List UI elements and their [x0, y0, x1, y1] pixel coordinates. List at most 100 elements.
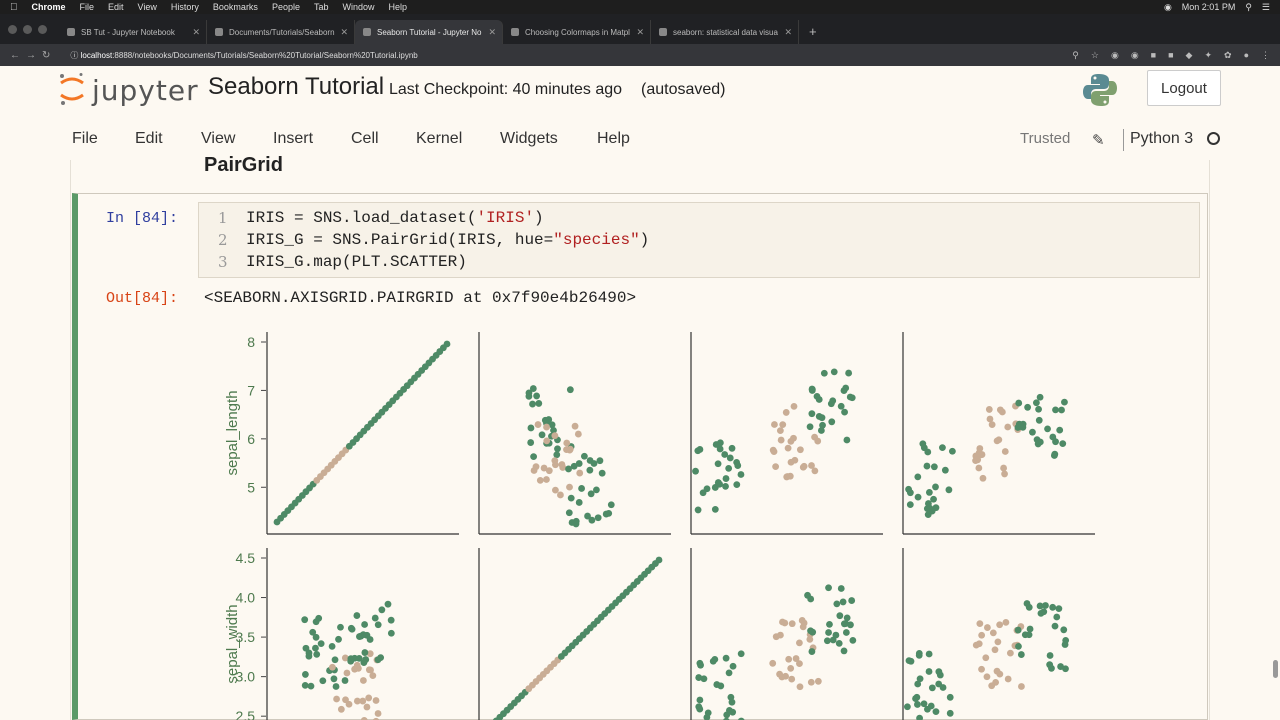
scatter-point — [808, 648, 816, 655]
bookmark-star-icon[interactable]: ☆ — [1091, 50, 1099, 61]
apple-icon[interactable]:  — [10, 2, 18, 13]
markdown-heading: PairGrid — [204, 154, 283, 176]
scatter-point — [769, 659, 777, 667]
extension-icon[interactable]: ◆ — [1186, 50, 1193, 61]
scatter-point — [1017, 651, 1025, 658]
profile-icon[interactable]: ● — [1244, 50, 1249, 61]
scatter-point — [926, 504, 934, 512]
zoom-icon[interactable]: ⚲ — [1072, 50, 1079, 61]
scatter-point — [996, 621, 1004, 629]
scatter-point — [827, 400, 835, 408]
browser-tab[interactable]: seaborn: statistical data visua ✕ — [651, 20, 799, 44]
reload-icon[interactable]: ↻ — [42, 50, 56, 61]
extension-icon[interactable]: ◉ — [1131, 50, 1139, 61]
extension-icon[interactable]: ■ — [1151, 50, 1156, 61]
os-menu-bookmarks[interactable]: Bookmarks — [213, 2, 258, 12]
scatter-point — [1060, 626, 1068, 634]
scatter-point — [575, 460, 583, 467]
extension-icon[interactable]: ◉ — [1111, 50, 1119, 61]
scatter-point — [828, 418, 836, 426]
scatter-point — [914, 493, 922, 501]
os-menu-history[interactable]: History — [171, 2, 199, 12]
notification-center-icon[interactable]: ☰ — [1262, 2, 1270, 13]
scatter-point — [536, 477, 544, 484]
back-icon[interactable]: ← — [10, 50, 26, 61]
forward-icon[interactable]: → — [26, 50, 42, 61]
os-menu-view[interactable]: View — [138, 2, 157, 12]
menu-file[interactable]: File — [72, 130, 98, 148]
scatter-point — [788, 620, 796, 628]
scatter-point — [1040, 608, 1048, 616]
os-menu-edit[interactable]: Edit — [108, 2, 124, 12]
scatter-point — [1025, 603, 1033, 611]
os-menu-file[interactable]: File — [80, 2, 95, 12]
notebook-title[interactable]: Seaborn Tutorial — [208, 73, 384, 101]
tab-title: Documents/Tutorials/Seaborn — [229, 27, 335, 37]
scatter-point — [342, 696, 349, 704]
menu-insert[interactable]: Insert — [273, 130, 313, 148]
puzzle-icon[interactable]: ✦ — [1204, 50, 1212, 61]
clock[interactable]: Mon 2:01 PM — [1182, 2, 1236, 12]
scatter-point — [776, 427, 784, 435]
scatter-point — [551, 432, 559, 440]
menu-help[interactable]: Help — [597, 130, 630, 148]
scatter-point — [832, 631, 840, 639]
os-menu-app[interactable]: Chrome — [32, 2, 66, 12]
scatter-point — [946, 709, 954, 717]
wifi-icon[interactable]: ◉ — [1164, 2, 1172, 13]
scatter-point — [988, 682, 996, 690]
menu-cell[interactable]: Cell — [351, 130, 379, 148]
menu-edit[interactable]: Edit — [135, 130, 163, 148]
menu-view[interactable]: View — [201, 130, 235, 148]
close-window-icon[interactable] — [8, 24, 17, 34]
os-menu-help[interactable]: Help — [389, 2, 408, 12]
browser-tab[interactable]: SB Tut - Jupyter Notebook ✕ — [59, 20, 207, 44]
scatter-point — [843, 436, 851, 444]
new-tab-icon[interactable]: + — [809, 24, 817, 39]
more-menu-icon[interactable]: ⋮ — [1261, 50, 1270, 61]
page-scrollbar[interactable] — [1273, 660, 1278, 678]
scatter-point — [989, 629, 997, 637]
scatter-point — [567, 494, 575, 502]
scatter-point — [729, 662, 737, 670]
browser-tab-active[interactable]: Seaborn Tutorial - Jupyter No ✕ — [355, 20, 503, 44]
leaf-icon[interactable]: ✿ — [1224, 50, 1232, 61]
logout-button[interactable]: Logout — [1147, 70, 1221, 106]
close-tab-icon[interactable]: ✕ — [488, 27, 496, 38]
scatter-point — [728, 444, 736, 452]
spotlight-icon[interactable]: ⚲ — [1245, 2, 1252, 13]
scatter-point — [814, 677, 822, 685]
trusted-indicator[interactable]: Trusted — [1020, 130, 1070, 147]
url-field[interactable]: ⓘ localhost:8888/notebooks/Documents/Tut… — [70, 50, 417, 61]
scatter-point — [837, 585, 845, 592]
scatter-point — [839, 598, 847, 606]
scatter-point — [790, 434, 797, 442]
minimize-window-icon[interactable] — [23, 24, 32, 34]
browser-tab[interactable]: Documents/Tutorials/Seaborn ✕ — [207, 20, 355, 44]
menu-widgets[interactable]: Widgets — [500, 130, 558, 148]
scatter-point — [1059, 440, 1067, 448]
scatter-point — [807, 678, 815, 686]
os-menu-tab[interactable]: Tab — [314, 2, 329, 12]
browser-tab[interactable]: Choosing Colormaps in Matpl ✕ — [503, 20, 651, 44]
menu-kernel[interactable]: Kernel — [416, 130, 462, 148]
close-tab-icon[interactable]: ✕ — [340, 27, 348, 38]
scatter-point — [1032, 399, 1040, 407]
scatter-point — [939, 444, 946, 451]
jupyter-logo[interactable]: jupyter — [58, 70, 198, 110]
scatter-point — [1036, 602, 1044, 610]
os-menu-people[interactable]: People — [272, 2, 300, 12]
kernel-name[interactable]: Python 3 — [1130, 130, 1193, 148]
scatter-point — [808, 387, 816, 394]
scatter-point — [932, 504, 940, 512]
close-tab-icon[interactable]: ✕ — [636, 27, 644, 38]
scatter-point — [914, 680, 922, 688]
scatter-point — [1004, 675, 1012, 683]
close-tab-icon[interactable]: ✕ — [784, 27, 792, 38]
zoom-window-icon[interactable] — [38, 24, 47, 34]
extension-icon[interactable]: ■ — [1168, 50, 1173, 61]
close-tab-icon[interactable]: ✕ — [192, 27, 200, 38]
os-menu-window[interactable]: Window — [342, 2, 374, 12]
info-icon[interactable]: ⓘ — [70, 51, 80, 60]
scatter-point — [553, 451, 561, 459]
